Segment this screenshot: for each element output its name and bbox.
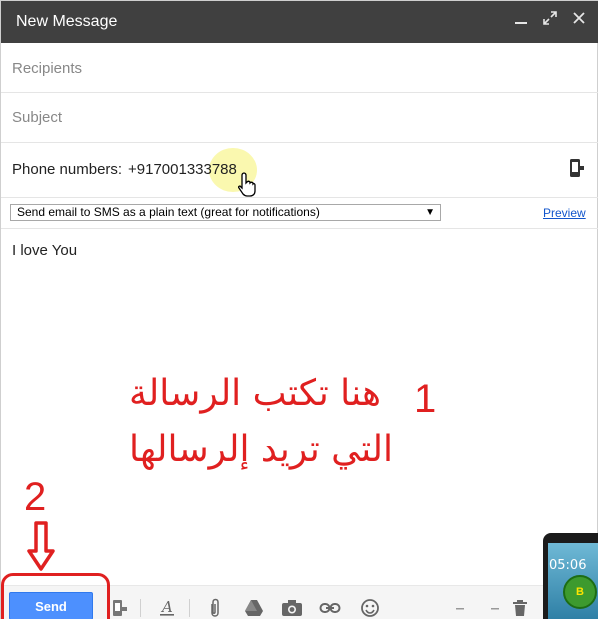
annotation-step-2-number: 2 (24, 475, 47, 519)
phone-number-input[interactable]: +917001333788 (128, 161, 237, 178)
phone-overlay-image: 05:06 B (543, 533, 598, 619)
annotation-step-1-line-1: هنا تكتب الرسالة (128, 373, 381, 414)
recipients-field[interactable]: Recipients (1, 43, 598, 93)
emoji-icon[interactable] (359, 597, 381, 619)
minimize-icon[interactable] (512, 11, 530, 31)
subject-placeholder: Subject (12, 109, 63, 126)
compose-window: New Message Recipients Subject Phone num… (0, 0, 598, 619)
close-icon[interactable] (570, 11, 588, 31)
annotation-step-1-number: 1 (414, 377, 437, 421)
camera-icon[interactable] (281, 597, 303, 619)
attach-icon[interactable] (204, 597, 226, 619)
channel-logo: B (563, 575, 597, 609)
svg-text:A: A (160, 599, 173, 616)
trash-icon[interactable] (509, 597, 531, 619)
compose-titlebar[interactable]: New Message (1, 1, 598, 43)
send-button-highlight (1, 573, 110, 619)
more-options-icon[interactable] (484, 597, 506, 619)
dropdown-arrow-icon: ▼ (425, 207, 435, 218)
subject-field[interactable]: Subject (1, 93, 598, 143)
sms-mode-select[interactable]: Send email to SMS as a plain text (great… (10, 204, 441, 221)
window-title: New Message (16, 13, 118, 30)
format-text-icon[interactable]: A (156, 597, 178, 619)
more-icon[interactable] (449, 597, 471, 619)
preview-link[interactable]: Preview (543, 206, 586, 220)
recipients-placeholder: Recipients (12, 60, 83, 77)
message-body[interactable]: I love You (12, 242, 77, 259)
link-icon[interactable] (319, 597, 341, 619)
sms-icon[interactable] (109, 597, 131, 619)
annotation-arrow-icon (27, 521, 55, 578)
expand-icon[interactable] (541, 11, 559, 31)
phone-numbers-label: Phone numbers: (12, 161, 123, 178)
phone-clock: 05:06 (549, 558, 587, 573)
annotation-step-1-line-2: التي تريد إلرسالها (128, 429, 393, 470)
toolbar-divider (189, 599, 190, 617)
sms-mode-selected: Send email to SMS as a plain text (great… (17, 205, 320, 219)
phone-device-icon[interactable] (569, 158, 585, 183)
toolbar-divider (140, 599, 141, 617)
drive-icon[interactable] (243, 597, 265, 619)
